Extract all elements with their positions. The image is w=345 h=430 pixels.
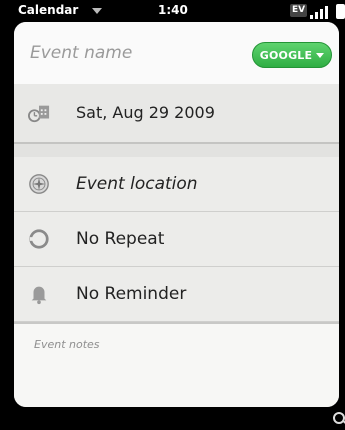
event-repeat-label: No Repeat bbox=[76, 229, 165, 249]
chevron-down-icon[interactable] bbox=[92, 8, 102, 14]
app-menu-title[interactable]: Calendar bbox=[18, 3, 78, 17]
battery-icon bbox=[336, 4, 345, 19]
bell-icon bbox=[31, 286, 47, 305]
event-reminder-row[interactable]: No Reminder bbox=[14, 267, 339, 322]
event-name-input[interactable] bbox=[28, 36, 242, 70]
event-name-row: GOOGLE bbox=[14, 22, 339, 85]
calendar-select-label: GOOGLE bbox=[259, 48, 313, 62]
calendar-clock-icon bbox=[28, 105, 50, 123]
repeat-circle-icon bbox=[29, 229, 49, 249]
calendar-select-button[interactable]: GOOGLE bbox=[252, 42, 332, 68]
event-repeat-row[interactable]: No Repeat bbox=[14, 212, 339, 267]
event-location-row[interactable]: Event location bbox=[14, 157, 339, 212]
search-icon[interactable] bbox=[333, 412, 345, 424]
clock-time: 1:40 bbox=[158, 3, 188, 17]
event-reminder-label: No Reminder bbox=[76, 284, 187, 304]
event-date-row[interactable]: Sat, Aug 29 2009 bbox=[14, 84, 339, 144]
status-bar: Calendar 1:40 EV bbox=[0, 0, 345, 22]
signal-strength-icon bbox=[310, 5, 332, 19]
network-badge: EV bbox=[290, 4, 308, 17]
event-date-label: Sat, Aug 29 2009 bbox=[76, 103, 215, 122]
event-edit-card: GOOGLE Sat, Aug 29 2009 bbox=[14, 22, 339, 407]
compass-icon bbox=[29, 174, 49, 194]
section-divider bbox=[14, 144, 339, 157]
chevron-down-icon bbox=[316, 52, 325, 58]
event-notes-area bbox=[14, 322, 339, 407]
event-notes-input[interactable] bbox=[32, 336, 326, 400]
calendar-new-event-screen: Calendar 1:40 EV GOOGLE bbox=[0, 0, 345, 430]
event-location-label: Event location bbox=[76, 174, 198, 194]
